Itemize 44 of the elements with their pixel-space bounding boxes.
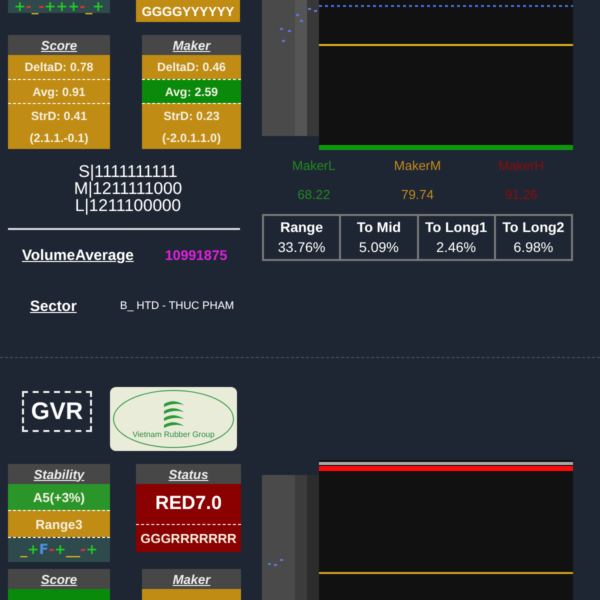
maker-value: 68.22: [298, 187, 330, 202]
sector-label: Sector: [30, 298, 78, 315]
card-metric: DeltaD: 0.46: [142, 55, 241, 79]
card-metric: StrD: 0.23: [142, 103, 241, 127]
column-header: To Long2: [502, 219, 564, 235]
column-header: Range: [280, 219, 324, 235]
sector-value: B_ HTD - THUC PHAM: [120, 300, 234, 312]
card-header: Score: [8, 35, 110, 55]
card-metric: StrD: 0.41: [8, 103, 110, 127]
cell-value: 5.09%: [359, 239, 399, 255]
card-metric: A5(+3%): [8, 484, 110, 510]
signal-line: M|1211111000: [72, 180, 184, 197]
logo-text: Vietnam Rubber Group: [132, 430, 215, 438]
column-header: To Long1: [425, 219, 488, 235]
card-metric: Avg: 0.91: [8, 79, 110, 103]
status-pattern: GGGRRRRRRR: [136, 524, 241, 552]
maker-label: MakerH: [498, 158, 544, 173]
signal-line: S|1111111111: [78, 163, 178, 180]
maker-value: 79.74: [401, 187, 434, 202]
signal-line: L|1211100000: [74, 197, 181, 214]
card-metric: Range3: [8, 510, 110, 537]
trend-marks: _+F-+__-+: [8, 538, 110, 562]
cell-value: 6.98%: [514, 239, 554, 255]
maker-value: 91.26: [504, 187, 538, 202]
trend-marks: +-_-+++-_+: [8, 0, 110, 13]
cell-value: 2.46%: [436, 239, 476, 255]
volume-label: VolumeAverage: [22, 247, 135, 264]
card-header: Status: [136, 464, 241, 484]
card-note: (-2.0.1.1.0): [142, 127, 241, 149]
card-header: Stability: [8, 464, 110, 484]
maker-label: MakerL: [292, 158, 336, 173]
volume-value: 10991875: [165, 247, 228, 263]
card-header: Maker: [142, 35, 241, 55]
ticker-label: GVR: [22, 391, 92, 432]
status-pattern: GGGGYYYYYY: [136, 0, 240, 22]
card-metric: Avg: 2.59: [142, 79, 241, 103]
card-header: Score: [8, 569, 110, 589]
card-header: Maker: [142, 569, 241, 589]
card-metric: DeltaD: 0.78: [8, 55, 110, 79]
status-value: RED7.0: [136, 484, 241, 524]
maker-label: MakerM: [394, 158, 441, 173]
column-header: To Mid: [356, 219, 401, 235]
card-note: (2.1.1.-0.1): [8, 127, 110, 149]
cell-value: 33.76%: [278, 239, 326, 255]
